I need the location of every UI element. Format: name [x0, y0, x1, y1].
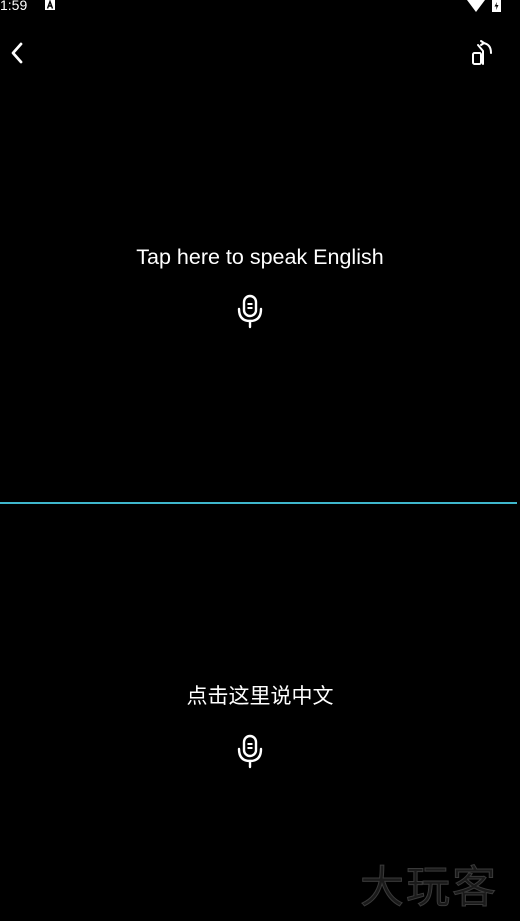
status-time: 1:59 [0, 0, 28, 13]
microphone-icon [237, 294, 263, 329]
speak-chinese-panel[interactable]: 点击这里说中文 [0, 506, 520, 921]
rotate-screen-icon [472, 40, 492, 65]
speak-english-panel[interactable]: Tap here to speak English [0, 80, 520, 502]
speak-chinese-prompt: 点击这里说中文 [186, 684, 334, 708]
rotate-screen-button[interactable] [466, 36, 500, 70]
speak-english-prompt: Tap here to speak English [136, 245, 384, 269]
watermark-logo: 大玩客 [360, 862, 498, 914]
back-button[interactable] [2, 38, 32, 68]
status-bar: 1:59 [0, 0, 520, 14]
chevron-left-icon [11, 42, 23, 64]
panel-divider [0, 502, 517, 504]
wifi-icon [467, 0, 485, 12]
microphone-icon [237, 734, 263, 769]
battery-charging-icon [492, 0, 501, 12]
accessibility-a-icon [45, 0, 55, 10]
